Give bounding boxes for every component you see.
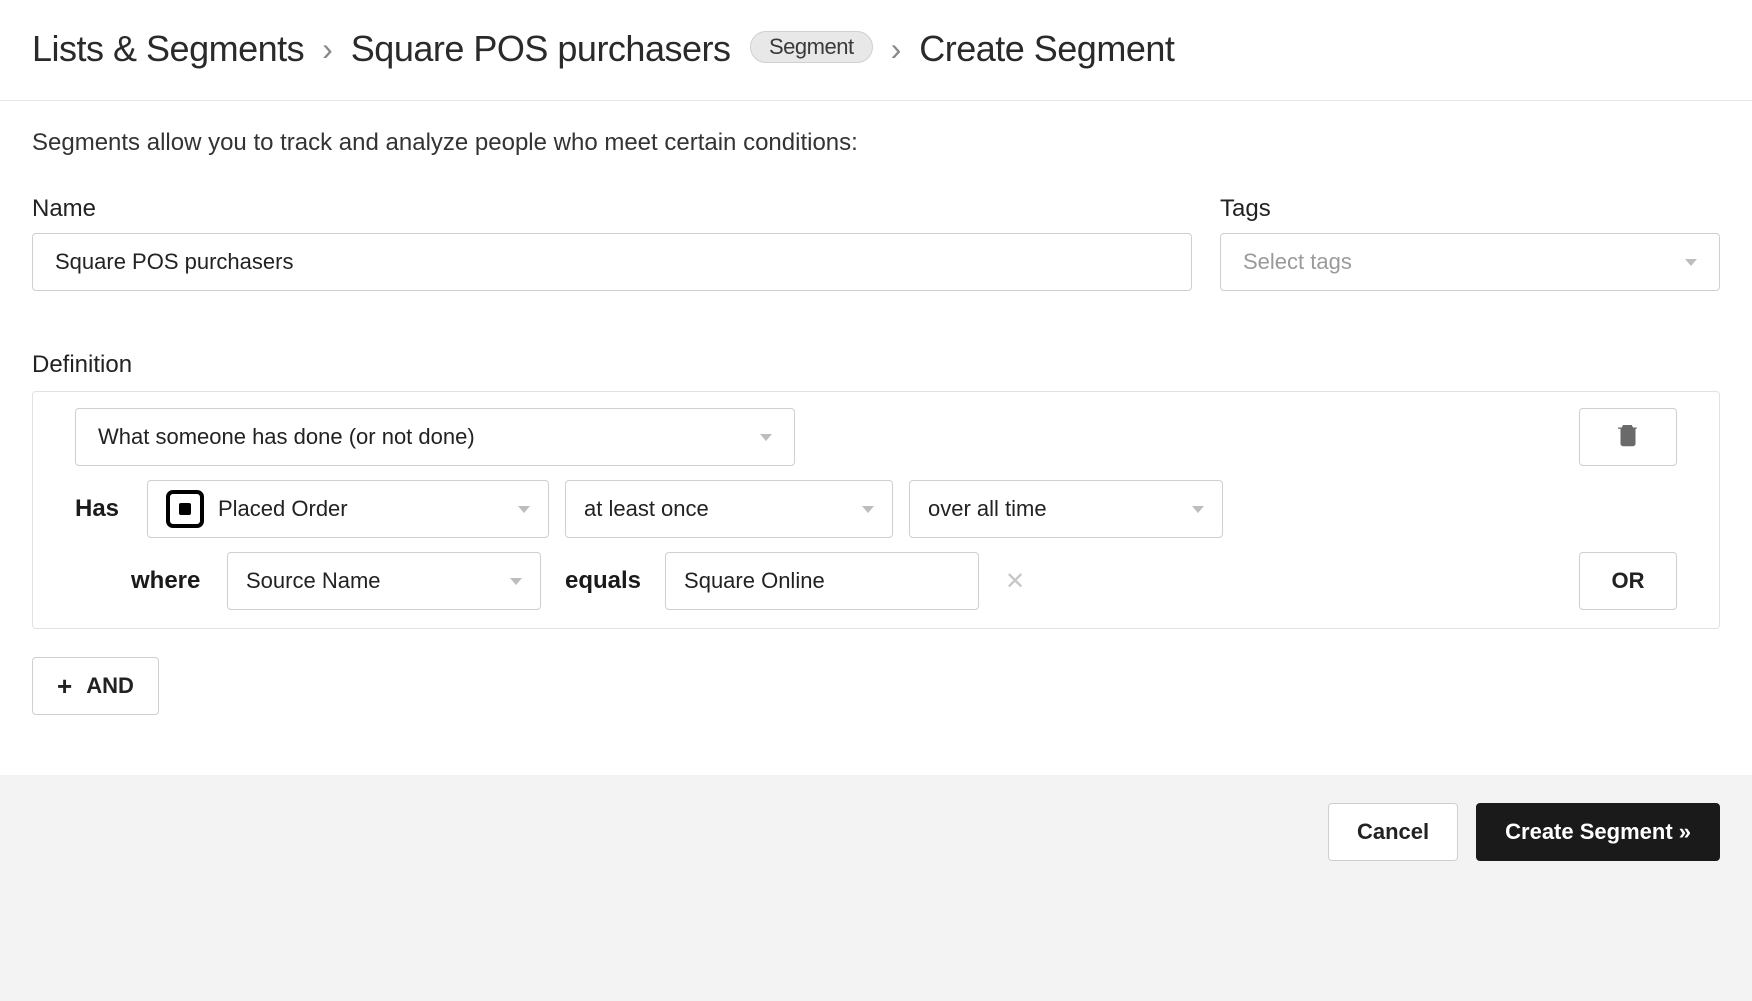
footer-bar: Cancel Create Segment » <box>0 775 1752 1001</box>
tags-placeholder: Select tags <box>1243 249 1352 275</box>
event-select[interactable]: Placed Order <box>147 480 549 538</box>
condition-type-value: What someone has done (or not done) <box>98 424 475 450</box>
tags-label: Tags <box>1220 195 1720 223</box>
and-button[interactable]: + AND <box>32 657 159 715</box>
intro-text: Segments allow you to track and analyze … <box>32 129 1720 157</box>
timeframe-value: over all time <box>928 496 1047 522</box>
close-icon: ✕ <box>1005 568 1025 595</box>
chevron-right-icon: › <box>891 31 902 68</box>
breadcrumb-root[interactable]: Lists & Segments <box>32 28 304 70</box>
name-label: Name <box>32 195 1192 223</box>
trash-icon <box>1618 423 1638 452</box>
caret-down-icon <box>1192 506 1204 513</box>
caret-down-icon <box>510 578 522 585</box>
square-logo-icon <box>166 490 204 528</box>
definition-box: What someone has done (or not done) Has … <box>32 391 1720 629</box>
frequency-value: at least once <box>584 496 709 522</box>
definition-label: Definition <box>32 351 1720 379</box>
operator-label: equals <box>565 567 641 595</box>
where-label: where <box>131 567 211 595</box>
or-button[interactable]: OR <box>1579 552 1677 610</box>
tags-select[interactable]: Select tags <box>1220 233 1720 291</box>
property-value: Source Name <box>246 568 381 594</box>
chevron-right-icon: › <box>322 31 333 68</box>
breadcrumb-current: Create Segment <box>919 28 1174 70</box>
breadcrumb-segment-name: Square POS purchasers <box>351 28 731 69</box>
breadcrumb-segment[interactable]: Square POS purchasers Segment <box>351 28 873 70</box>
value-input[interactable] <box>665 552 979 610</box>
timeframe-select[interactable]: over all time <box>909 480 1223 538</box>
remove-filter-button[interactable]: ✕ <box>995 567 1035 596</box>
and-button-label: AND <box>86 673 134 699</box>
plus-icon: + <box>57 671 72 702</box>
create-segment-button[interactable]: Create Segment » <box>1476 803 1720 861</box>
delete-condition-button[interactable] <box>1579 408 1677 466</box>
condition-type-select[interactable]: What someone has done (or not done) <box>75 408 795 466</box>
caret-down-icon <box>760 434 772 441</box>
caret-down-icon <box>518 506 530 513</box>
breadcrumb: Lists & Segments › Square POS purchasers… <box>0 0 1752 101</box>
has-label: Has <box>75 495 131 523</box>
caret-down-icon <box>862 506 874 513</box>
segment-badge: Segment <box>750 31 873 63</box>
event-value: Placed Order <box>218 496 348 522</box>
frequency-select[interactable]: at least once <box>565 480 893 538</box>
caret-down-icon <box>1685 259 1697 266</box>
cancel-button[interactable]: Cancel <box>1328 803 1458 861</box>
name-input[interactable] <box>32 233 1192 291</box>
property-select[interactable]: Source Name <box>227 552 541 610</box>
